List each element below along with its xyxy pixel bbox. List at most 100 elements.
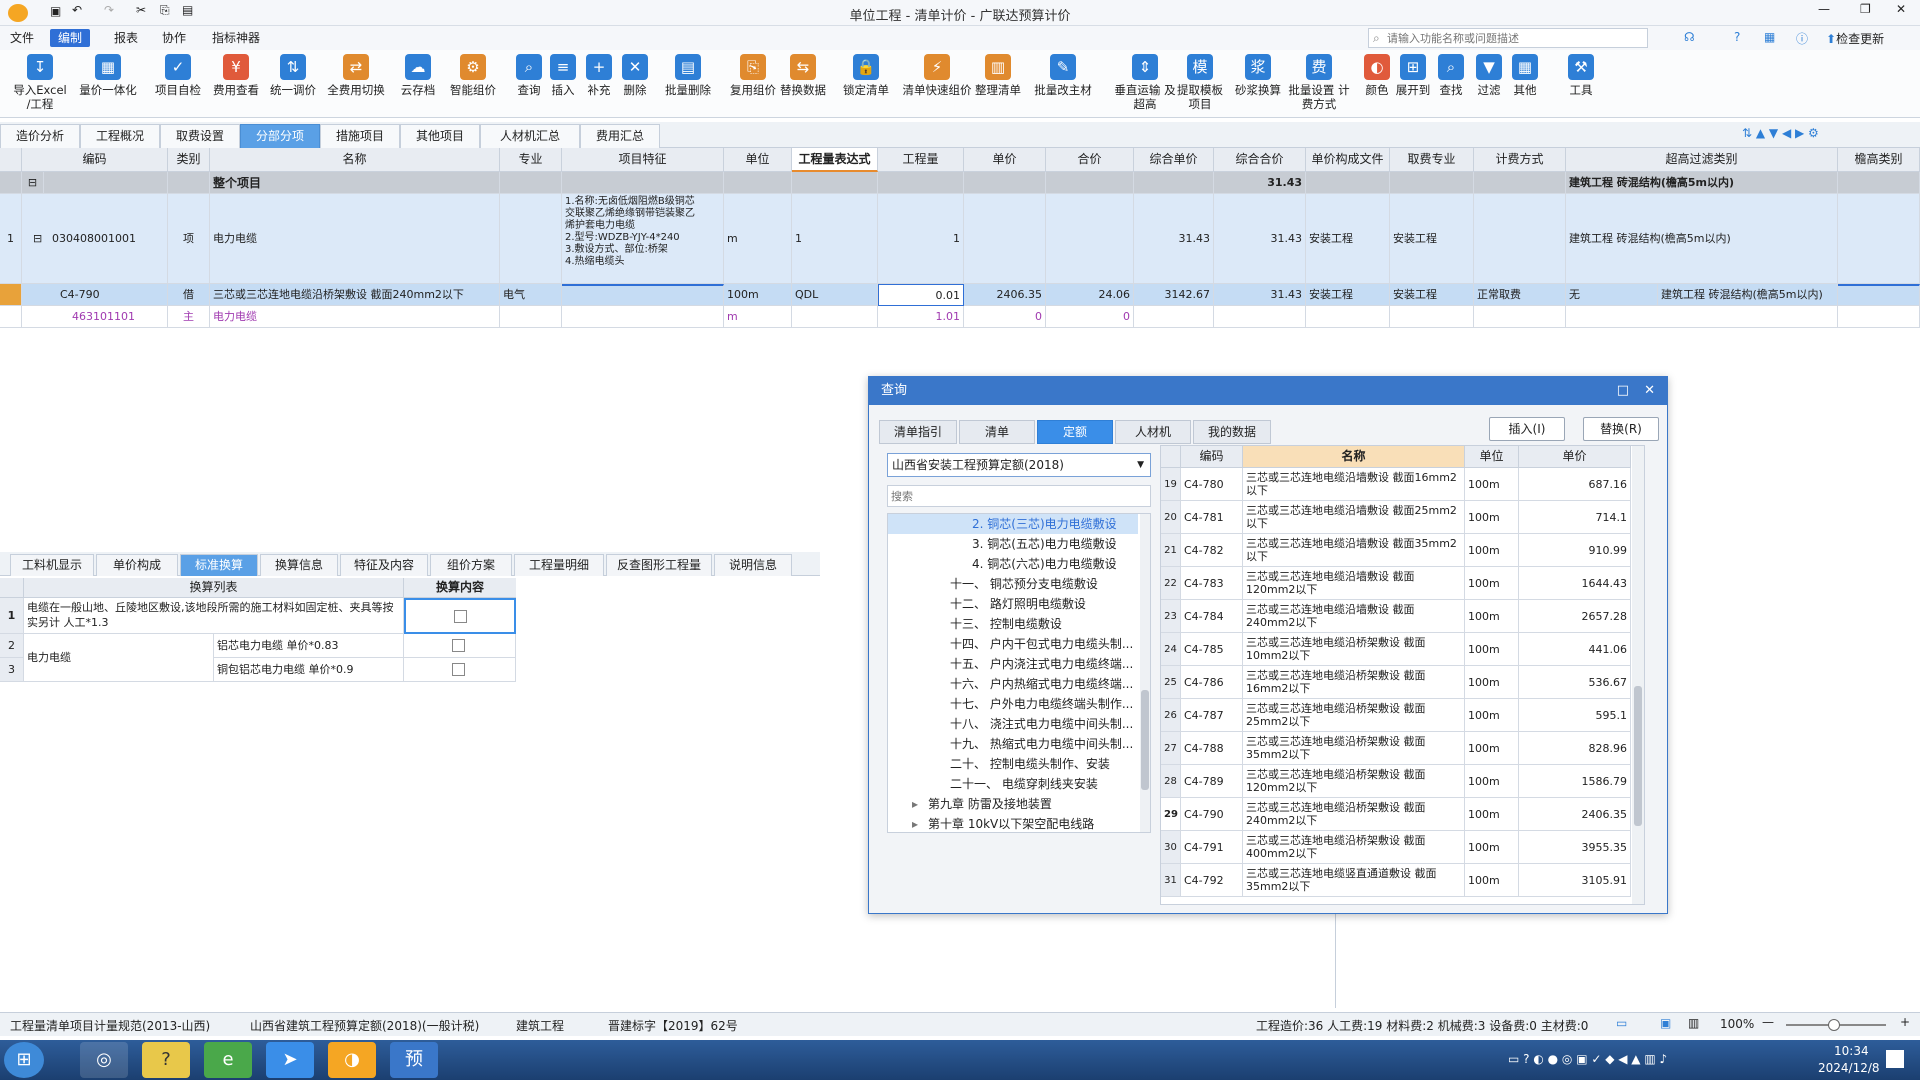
quota-col-header[interactable]: 单价 — [1519, 446, 1631, 468]
ribbon-button-21[interactable]: 浆砂浆换算 — [1230, 54, 1286, 97]
ribbon-button-26[interactable]: ▼ 过滤 — [1472, 54, 1506, 97]
tree-item[interactable]: ▸ 第十章 10kV以下架空配电线路 — [888, 814, 1138, 832]
ribbon-button-25[interactable]: ⌕ 查找 — [1434, 54, 1468, 97]
zoom-slider[interactable] — [1786, 1019, 1886, 1031]
quota-cell[interactable]: 2657.28 — [1519, 600, 1631, 633]
ribbon-button-9[interactable]: ≡ 插入 — [548, 54, 578, 97]
grid-cell[interactable] — [724, 172, 792, 194]
zoom-out-icon[interactable]: — — [1762, 1015, 1774, 1029]
quota-cell[interactable]: 714.1 — [1519, 501, 1631, 534]
grid-col-header[interactable]: 项目特征 — [562, 148, 724, 172]
grid-cell[interactable] — [562, 306, 724, 328]
quota-cell[interactable]: 100m — [1465, 864, 1519, 897]
quota-cell[interactable]: 100m — [1465, 534, 1519, 567]
menu-file[interactable]: 文件 — [2, 29, 42, 47]
layout-icon[interactable]: ▣ — [1660, 1016, 1671, 1030]
view-icon[interactable]: ▭ — [1616, 1016, 1627, 1030]
grid-cell[interactable] — [1474, 172, 1566, 194]
grid-col-header[interactable]: 单价 — [964, 148, 1046, 172]
taskbar-send-icon[interactable]: ➤ — [266, 1042, 314, 1078]
ribbon-button-7[interactable]: ⚙ 智能组价 — [444, 54, 502, 97]
quota-cell[interactable]: C4-781 — [1181, 501, 1243, 534]
quota-cell[interactable]: C4-780 — [1181, 468, 1243, 501]
grid-col-header[interactable]: 类别 — [168, 148, 210, 172]
quota-cell[interactable]: 20 — [1161, 501, 1181, 534]
quota-cell[interactable]: 三芯或三芯连地电缆竖直通道敷设 截面35mm2以下 — [1243, 864, 1465, 897]
grid-cell[interactable] — [500, 194, 562, 284]
insert-button[interactable]: 插入(I) — [1489, 417, 1565, 441]
quota-cell[interactable]: 22 — [1161, 567, 1181, 600]
taskbar-app-icon[interactable]: ◎ — [80, 1042, 128, 1078]
quota-col-header[interactable]: 单位 — [1465, 446, 1519, 468]
quota-cell[interactable]: 100m — [1465, 567, 1519, 600]
grid-cell[interactable]: 2406.35 — [964, 284, 1046, 306]
ribbon-button-5[interactable]: ⇄ 全费用切换 — [322, 54, 390, 97]
quota-cell[interactable]: 3105.91 — [1519, 864, 1631, 897]
minimize-button[interactable]: — — [1818, 2, 1830, 16]
grid-cell[interactable] — [792, 306, 878, 328]
grid-icon[interactable]: ▦ — [1764, 30, 1775, 44]
ribbon-button-23[interactable]: ◐ 颜色 — [1360, 54, 1394, 97]
ribbon-button-27[interactable]: ▦ 其他 — [1506, 54, 1544, 97]
zoom-slider-handle[interactable] — [1828, 1019, 1840, 1031]
show-desktop-button[interactable] — [1886, 1050, 1904, 1068]
quota-cell[interactable]: 24 — [1161, 633, 1181, 666]
quota-cell[interactable]: 三芯或三芯连地电缆沿墙敷设 截面120mm2以下 — [1243, 567, 1465, 600]
quota-cell[interactable]: C4-791 — [1181, 831, 1243, 864]
bottom-tab-2[interactable]: 标准换算 — [180, 554, 258, 576]
summary-name[interactable]: 整个项目 — [210, 172, 500, 194]
grid-cell[interactable] — [1134, 172, 1214, 194]
grid-cell[interactable]: m — [724, 194, 792, 284]
quota-cell[interactable]: 100m — [1465, 732, 1519, 765]
grid-cell[interactable]: 0.01 — [878, 284, 964, 306]
bottom-tab-1[interactable]: 单价构成 — [96, 554, 178, 576]
checkbox[interactable] — [452, 639, 465, 652]
bottom-tab-6[interactable]: 工程量明细 — [514, 554, 604, 576]
grid-cell[interactable]: 1 — [0, 194, 22, 284]
grid-col-header[interactable]: 合价 — [1046, 148, 1134, 172]
grid-cell[interactable]: m — [724, 306, 792, 328]
grid-col-header[interactable] — [0, 148, 22, 172]
grid-cell[interactable]: 1.01 — [878, 306, 964, 328]
quota-cell[interactable]: 三芯或三芯连地电缆沿桥架敷设 截面400mm2以下 — [1243, 831, 1465, 864]
grid-cell[interactable] — [1306, 306, 1390, 328]
grid-cell[interactable] — [0, 306, 22, 328]
grid-cell[interactable]: QDL — [792, 284, 878, 306]
grid-col-header[interactable]: 编码 — [22, 148, 168, 172]
grid-cell[interactable]: 31.43 — [1214, 194, 1306, 284]
summary-total[interactable]: 31.43 — [1214, 172, 1306, 194]
dialog-tab-0[interactable]: 清单指引 — [879, 420, 957, 444]
close-button[interactable]: ✕ — [1896, 2, 1906, 16]
quota-cell[interactable]: 26 — [1161, 699, 1181, 732]
grid-cell[interactable]: 0 — [964, 306, 1046, 328]
tree-scrollbar[interactable] — [1140, 514, 1150, 832]
ribbon-button-24[interactable]: ⊞ 展开到 — [1392, 54, 1434, 97]
dialog-tab-3[interactable]: 人材机 — [1115, 420, 1191, 444]
ribbon-button-10[interactable]: + 补充 — [584, 54, 614, 97]
tree-item[interactable]: 二十、 控制电缆头制作、安装 — [888, 754, 1138, 774]
grid-cell[interactable]: 0 — [1046, 306, 1134, 328]
quota-cell[interactable]: 100m — [1465, 798, 1519, 831]
bottom-tab-4[interactable]: 特征及内容 — [340, 554, 428, 576]
info-icon[interactable]: ⓘ — [1796, 30, 1808, 47]
quota-col-header[interactable] — [1161, 446, 1181, 468]
quota-cell[interactable]: 536.67 — [1519, 666, 1631, 699]
quota-cell[interactable]: 100m — [1465, 633, 1519, 666]
quota-cell[interactable]: 100m — [1465, 666, 1519, 699]
grid-cell[interactable] — [500, 306, 562, 328]
grid-cell[interactable]: 31.43 — [1214, 284, 1306, 306]
quota-cell[interactable]: 100m — [1465, 600, 1519, 633]
grid-col-header[interactable]: 单价构成文件 — [1306, 148, 1390, 172]
bottom-tab-8[interactable]: 说明信息 — [714, 554, 792, 576]
ribbon-button-4[interactable]: ⇅ 统一调价 — [268, 54, 318, 97]
quota-col-header[interactable]: 编码 — [1181, 446, 1243, 468]
grid-cell[interactable] — [1390, 306, 1474, 328]
ribbon-button-17[interactable]: ▥ 整理清单 — [972, 54, 1024, 97]
search-input[interactable] — [1387, 30, 1643, 46]
grid-col-header[interactable]: 超高过滤类别 — [1566, 148, 1838, 172]
grid-cell[interactable]: 项 — [168, 194, 210, 284]
start-button[interactable]: ⊞ — [4, 1042, 44, 1078]
grid-col-header[interactable]: 工程量表达式 — [792, 148, 878, 172]
tab-6[interactable]: 人材机汇总 — [480, 124, 580, 148]
grid-cell[interactable]: C4-790 — [22, 284, 168, 306]
